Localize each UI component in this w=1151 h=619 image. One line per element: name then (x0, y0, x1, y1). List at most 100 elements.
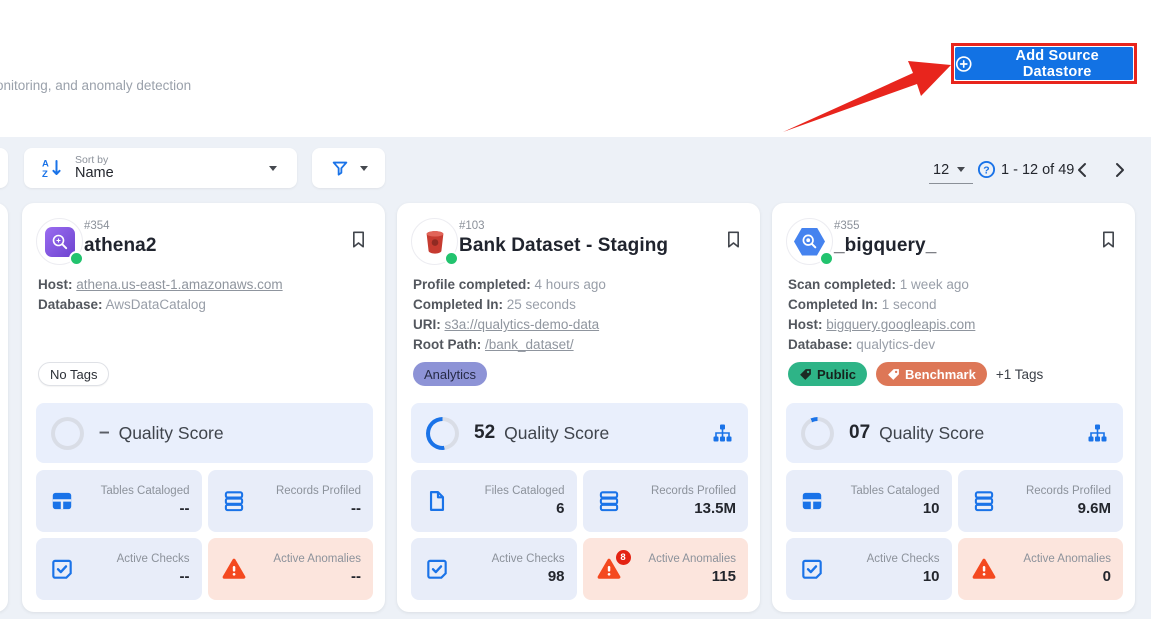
stat-active-checks: Active Checks 10 (786, 538, 952, 600)
tag-chip-analytics[interactable]: Analytics (413, 362, 487, 386)
stat-value: 115 (712, 568, 736, 585)
partial-toolbar-button[interactable] (0, 148, 8, 188)
sitemap-icon[interactable] (1087, 423, 1108, 444)
stat-label: Active Checks (867, 553, 940, 565)
stat-value: 6 (556, 500, 564, 517)
tag-icon (887, 368, 900, 381)
meta-value: 25 seconds (507, 297, 576, 312)
meta-value: AwsDataCatalog (106, 297, 206, 312)
records-icon (971, 488, 997, 514)
stat-tables-cataloged: Tables Cataloged -- (36, 470, 202, 532)
sort-az-icon: A Z (41, 157, 63, 179)
annotation-highlight-box: Add Source Datastore (951, 43, 1137, 84)
meta-label: URI: (413, 317, 441, 332)
bookmark-icon[interactable] (1100, 229, 1117, 250)
root-path-link[interactable]: /bank_dataset/ (485, 337, 574, 352)
stat-active-anomalies: 8 Active Anomalies 115 (583, 538, 749, 600)
datastore-avatar (411, 218, 458, 265)
quality-score-label: Quality Score (504, 423, 609, 444)
stat-records-profiled: Records Profiled 9.6M (958, 470, 1124, 532)
stat-active-checks: Active Checks 98 (411, 538, 577, 600)
meta-label: Root Path: (413, 337, 481, 352)
stat-value: 98 (548, 568, 565, 585)
funnel-icon (330, 158, 350, 178)
tags-row: No Tags (38, 362, 109, 386)
stats-grid: Files Cataloged 6 Records Profiled 13.5M… (411, 470, 748, 600)
status-online-dot (819, 251, 834, 266)
host-link[interactable]: athena.us-east-1.amazonaws.com (76, 277, 282, 292)
stats-grid: Tables Cataloged 10 Records Profiled 9.6… (786, 470, 1123, 600)
meta-value: 1 second (882, 297, 937, 312)
svg-text:?: ? (983, 165, 989, 176)
chevron-down-icon (269, 166, 277, 175)
check-square-icon (49, 556, 75, 582)
stat-label: Active Checks (492, 553, 565, 565)
help-icon[interactable]: ? (977, 160, 996, 179)
table-icon (799, 488, 825, 514)
stat-active-anomalies: Active Anomalies -- (208, 538, 374, 600)
tag-chip-public[interactable]: Public (788, 362, 867, 386)
meta-label: Host: (788, 317, 823, 332)
stat-label: Tables Cataloged (851, 485, 940, 497)
datastore-title: _bigquery_ (834, 235, 936, 257)
more-tags[interactable]: +1 Tags (996, 367, 1043, 382)
sitemap-icon[interactable] (712, 423, 733, 444)
tag-label: Public (817, 367, 856, 382)
datastore-id: #354 (84, 220, 110, 232)
plus-circle-icon (955, 55, 972, 73)
filter-dropdown[interactable] (312, 148, 385, 188)
next-page-icon[interactable] (1108, 159, 1130, 181)
quality-ring (801, 417, 834, 450)
status-online-dot (69, 251, 84, 266)
uri-link[interactable]: s3a://qualytics-demo-data (445, 317, 600, 332)
quality-score-value: – (99, 422, 110, 444)
page-size-select[interactable]: 12 (929, 156, 973, 184)
meta-value: 4 hours ago (535, 277, 606, 292)
host-link[interactable]: bigquery.googleapis.com (826, 317, 975, 332)
bookmark-icon[interactable] (725, 229, 742, 250)
stat-records-profiled: Records Profiled 13.5M (583, 470, 749, 532)
chevron-down-icon (360, 166, 368, 175)
stat-label: Tables Cataloged (101, 485, 190, 497)
datastore-avatar (36, 218, 83, 265)
add-source-datastore-button[interactable]: Add Source Datastore (955, 47, 1133, 80)
tag-chip-benchmark[interactable]: Benchmark (876, 362, 987, 386)
stat-value: -- (180, 500, 190, 517)
table-icon (49, 488, 75, 514)
meta-label: Database: (788, 337, 853, 352)
meta-label: Profile completed: (413, 277, 531, 292)
previous-page-icon[interactable] (1072, 159, 1094, 181)
stat-label: Records Profiled (651, 485, 736, 497)
stat-value: 0 (1103, 568, 1111, 585)
datastore-card-bank-dataset-staging[interactable]: #103 Bank Dataset - Staging Profile comp… (397, 203, 760, 612)
stat-active-anomalies: Active Anomalies 0 (958, 538, 1124, 600)
sort-dropdown[interactable]: A Z Sort by Name (24, 148, 297, 188)
anomaly-badge: 8 (616, 550, 631, 565)
pagination-range: 1 - 12 of 49 (1001, 162, 1074, 178)
stat-label: Active Anomalies (273, 553, 361, 565)
add-button-label: Add Source Datastore (981, 48, 1133, 80)
tag-label: Benchmark (905, 367, 976, 382)
datastore-meta: Profile completed: 4 hours ago Completed… (413, 275, 606, 355)
quality-ring (51, 417, 84, 450)
quality-score-panel: – Quality Score (36, 403, 373, 463)
stat-value: -- (180, 568, 190, 585)
quality-score-value: 52 (474, 422, 495, 444)
bigquery-icon (794, 228, 825, 256)
partial-card[interactable] (0, 203, 8, 612)
datastore-card-athena2[interactable]: #354 athena2 Host: athena.us-east-1.amaz… (22, 203, 385, 612)
datastore-card-bigquery[interactable]: #355 _bigquery_ Scan completed: 1 week a… (772, 203, 1135, 612)
stats-grid: Tables Cataloged -- Records Profiled -- … (36, 470, 373, 600)
stat-label: Active Anomalies (648, 553, 736, 565)
stat-label: Records Profiled (276, 485, 361, 497)
meta-label: Database: (38, 297, 103, 312)
stat-files-cataloged: Files Cataloged 6 (411, 470, 577, 532)
bookmark-icon[interactable] (350, 229, 367, 250)
datastore-id: #103 (459, 220, 485, 232)
stat-value: 10 (923, 568, 940, 585)
svg-text:Z: Z (42, 169, 48, 179)
quality-score-panel: 07 Quality Score (786, 403, 1123, 463)
stat-value: 10 (923, 500, 940, 517)
stat-tables-cataloged: Tables Cataloged 10 (786, 470, 952, 532)
file-icon (424, 488, 450, 514)
